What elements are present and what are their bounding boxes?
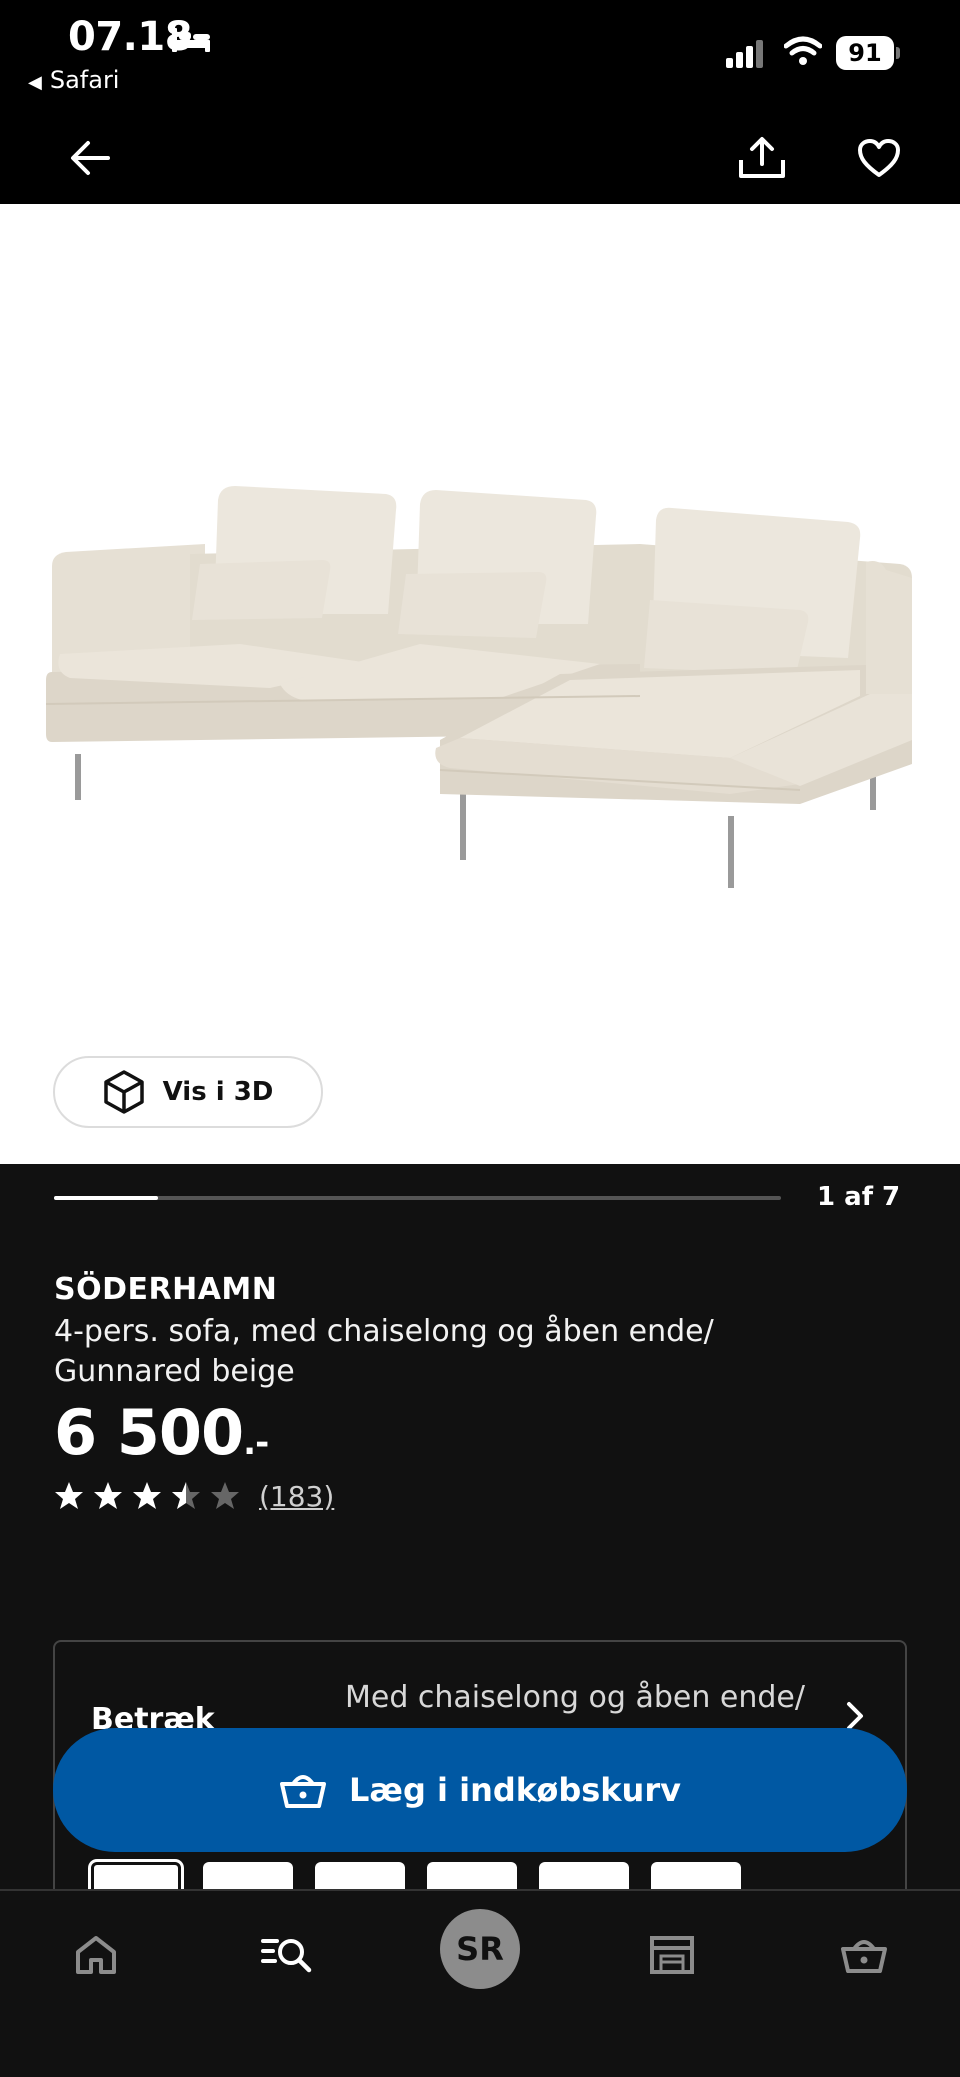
back-to-app-link[interactable]: ◀ Safari — [28, 66, 119, 94]
review-count[interactable]: (183) — [259, 1480, 334, 1513]
favorite-button[interactable] — [851, 130, 907, 186]
tab-profile-avatar[interactable]: SR — [440, 1909, 520, 1989]
heart-icon — [858, 139, 900, 177]
product-price: 6 500.- — [54, 1396, 269, 1469]
add-to-cart-button[interactable]: Læg i indkøbskurv — [53, 1728, 907, 1852]
share-icon — [739, 137, 785, 178]
status-bar: 07.18 ◀ Safari 91 — [0, 0, 960, 110]
tab-search[interactable] — [248, 1915, 328, 1995]
star-empty-icon — [211, 1482, 239, 1509]
arrow-left-icon — [71, 141, 110, 175]
tab-cart[interactable] — [824, 1915, 904, 1995]
bottom-tab-bar: SR — [0, 1889, 960, 2077]
gallery-progress: 1 af 7 — [54, 1180, 960, 1220]
cube-icon — [103, 1070, 144, 1114]
product-image-gallery[interactable]: Vis i 3D — [0, 204, 960, 1164]
tab-stores[interactable] — [632, 1915, 712, 1995]
battery-tip — [896, 47, 900, 59]
top-nav-bar — [0, 110, 960, 204]
gallery-counter: 1 af 7 — [817, 1182, 901, 1212]
cart-icon — [841, 1940, 887, 1973]
view-3d-label: Vis i 3D — [162, 1077, 274, 1107]
wifi-icon — [784, 36, 822, 65]
view-3d-button[interactable]: Vis i 3D — [53, 1056, 323, 1128]
star-half-icon — [172, 1482, 200, 1509]
back-app-label: Safari — [49, 66, 120, 94]
back-button[interactable] — [62, 130, 118, 186]
search-icon — [261, 1939, 312, 1973]
back-triangle-icon: ◀ — [28, 72, 42, 93]
gallery-progress-track — [54, 1196, 781, 1200]
store-icon — [650, 1936, 694, 1974]
price-value: 6 500 — [54, 1396, 244, 1469]
tab-home[interactable] — [56, 1915, 136, 1995]
star-icon — [94, 1482, 122, 1509]
star-icon — [55, 1482, 83, 1509]
home-icon — [76, 1936, 116, 1974]
gallery-progress-fill — [54, 1196, 158, 1200]
bed-icon — [172, 28, 210, 52]
battery-icon: 91 — [836, 36, 900, 70]
product-description: 4-pers. sofa, med chaiselong og åben end… — [54, 1314, 714, 1389]
product-name: SÖDERHAMN — [54, 1272, 278, 1307]
price-suffix: .- — [243, 1423, 269, 1463]
star-icon — [133, 1482, 161, 1509]
basket-icon — [280, 1775, 327, 1808]
sofa-product-image — [45, 486, 912, 888]
product-rating[interactable]: (183) — [54, 1478, 334, 1514]
signal-icon — [726, 40, 763, 68]
battery-level: 91 — [836, 36, 894, 70]
variant-value: Med chaiselong og åben ende/ — [345, 1680, 805, 1715]
share-button[interactable] — [734, 130, 790, 186]
add-to-cart-label: Læg i indkøbskurv — [349, 1771, 681, 1809]
